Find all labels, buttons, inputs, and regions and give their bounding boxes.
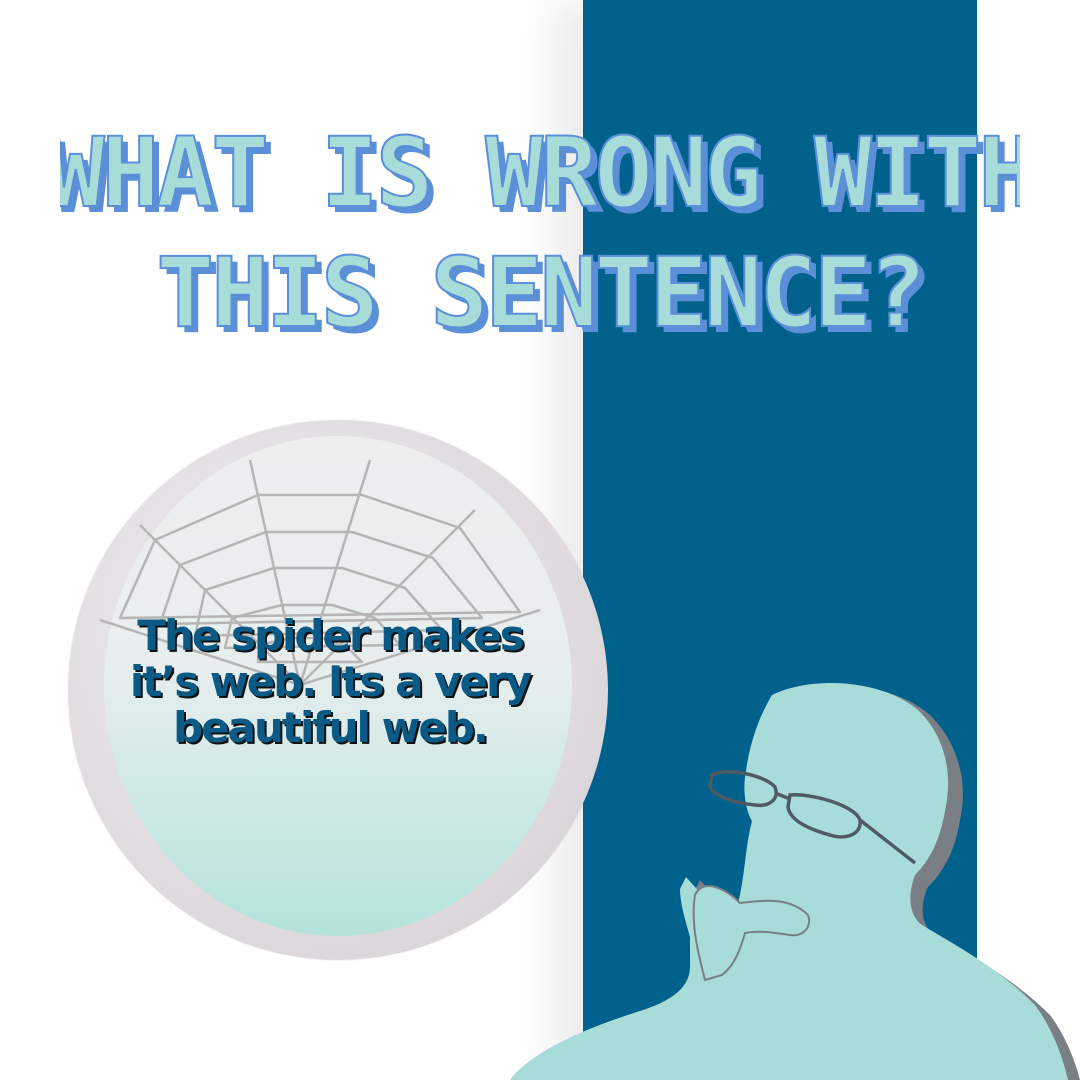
sentence-line3: beautiful web. [173, 703, 487, 752]
sentence-line1: The spider makes [137, 611, 523, 660]
headline-art: WHAT IS WRONG WITH WHAT IS WRONG WITH TH… [46, 116, 1042, 355]
headline-line1: WHAT IS WRONG WITH [60, 117, 1020, 229]
person-body [510, 682, 1068, 1080]
sentence-line2: it’s web. Its a very [130, 657, 532, 706]
graphic-canvas: WHAT IS WRONG WITH WHAT IS WRONG WITH TH… [0, 0, 1080, 1080]
headline-line2: THIS SENTENCE? [156, 237, 923, 338]
headline: WHAT IS WRONG WITH WHAT IS WRONG WITH TH… [46, 108, 1042, 355]
thinking-person-silhouette [510, 682, 1080, 1080]
